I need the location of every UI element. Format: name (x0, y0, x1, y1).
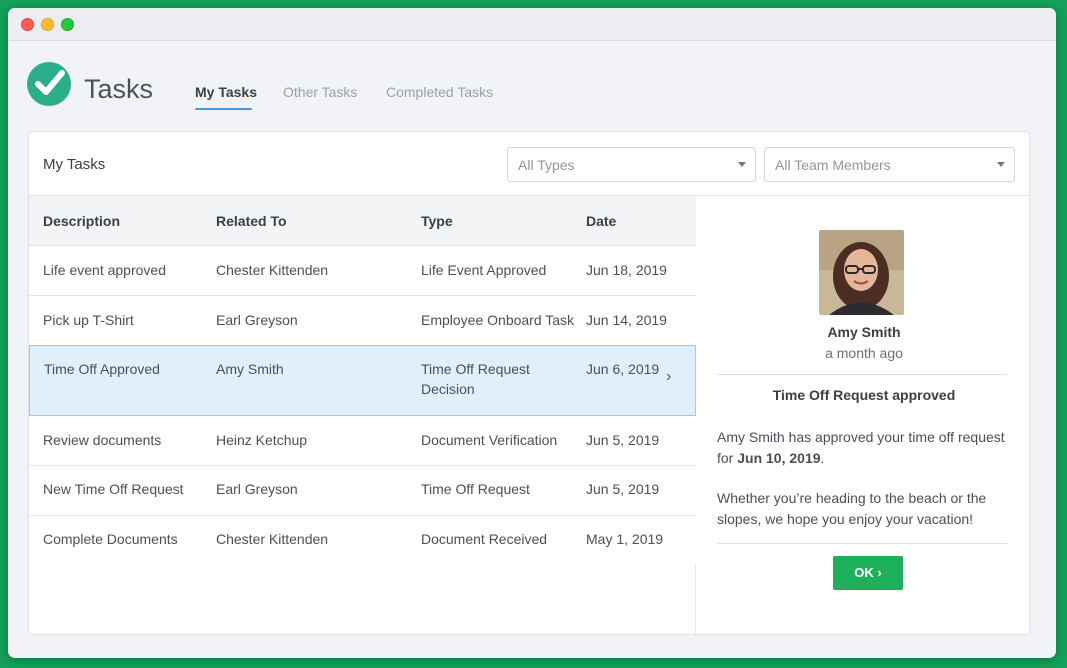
row-type: Employee Onboard Task (421, 312, 575, 328)
column-header-related-to[interactable]: Related To (216, 213, 287, 229)
row-type: Document Verification (421, 432, 558, 448)
row-description: Review documents (43, 432, 162, 448)
row-related-to: Earl Greyson (216, 312, 298, 328)
type-filter-value: All Types (518, 157, 575, 173)
row-related-to: Amy Smith (216, 361, 284, 377)
message-date: Jun 10, 2019 (737, 450, 821, 466)
row-type: Life Event Approved (421, 262, 547, 278)
row-description: Complete Documents (43, 531, 178, 547)
title-bar (8, 8, 1056, 41)
member-filter-value: All Team Members (775, 157, 891, 173)
column-header-date[interactable]: Date (586, 213, 616, 229)
type-filter-select[interactable]: All Types (507, 147, 756, 182)
avatar (819, 230, 904, 315)
row-date: Jun 5, 2019 (586, 432, 660, 448)
panel-title: My Tasks (43, 156, 106, 173)
divider (717, 374, 1007, 375)
row-related-to: Chester Kittenden (216, 531, 329, 547)
tasks-panel: My Tasks All Types All Team Members Desc… (28, 131, 1030, 635)
row-date: Jun 18, 2019 (586, 262, 667, 278)
ok-button[interactable]: OK › (833, 556, 903, 590)
caret-down-icon (738, 162, 746, 167)
row-type: Document Received (421, 531, 548, 547)
table-row[interactable]: Review documents Heinz Ketchup Document … (29, 416, 696, 466)
row-description: Pick up T-Shirt (43, 312, 134, 328)
table-row-selected[interactable]: Time Off Approved Amy Smith Time Off Req… (29, 345, 696, 416)
tab-completed-tasks[interactable]: Completed Tasks (386, 84, 493, 100)
table-row[interactable]: Complete Documents Chester Kittenden Doc… (29, 516, 696, 564)
row-date: Jun 5, 2019 (586, 481, 660, 497)
column-header-description[interactable]: Description (43, 213, 120, 229)
table-row[interactable]: Pick up T-Shirt Earl Greyson Employee On… (29, 296, 696, 346)
task-detail-pane: Amy Smith a month ago Time Off Request a… (697, 196, 1029, 634)
table-header: Description Related To Type Date (29, 196, 696, 246)
row-description: New Time Off Request (43, 481, 184, 497)
detail-user-name: Amy Smith (827, 324, 901, 340)
table-row[interactable]: Life event approved Chester Kittenden Li… (29, 246, 696, 296)
caret-down-icon (997, 162, 1005, 167)
row-description: Life event approved (43, 262, 166, 278)
active-tab-indicator (195, 108, 252, 110)
message-suffix: . (820, 450, 825, 466)
row-related-to: Heinz Ketchup (216, 432, 308, 448)
detail-timestamp: a month ago (825, 345, 903, 361)
detail-message-2: Whether you’re heading to the beach or t… (717, 490, 987, 527)
row-date: May 1, 2019 (586, 531, 664, 547)
tasks-table: Description Related To Type Date Life ev… (29, 196, 696, 634)
row-type: Time Off Request (421, 481, 530, 497)
row-type: Time Off Request Decision (421, 361, 530, 397)
row-description: Time Off Approved (44, 361, 160, 377)
app-header: Tasks My Tasks Other Tasks Completed Tas… (8, 41, 1056, 131)
chevron-right-icon: › (666, 368, 672, 385)
minimize-window-button[interactable] (41, 18, 54, 31)
member-filter-select[interactable]: All Team Members (764, 147, 1015, 182)
app-window: Tasks My Tasks Other Tasks Completed Tas… (8, 8, 1056, 658)
check-logo-icon (27, 62, 71, 106)
column-header-type[interactable]: Type (421, 213, 453, 229)
row-related-to: Chester Kittenden (216, 262, 329, 278)
row-date: Jun 6, 2019 (586, 361, 660, 377)
detail-heading: Time Off Request approved (772, 387, 956, 403)
maximize-window-button[interactable] (61, 18, 74, 31)
close-window-button[interactable] (21, 18, 34, 31)
row-date: Jun 14, 2019 (586, 312, 667, 328)
table-row[interactable]: New Time Off Request Earl Greyson Time O… (29, 466, 696, 516)
row-related-to: Earl Greyson (216, 481, 298, 497)
app-title: Tasks (84, 74, 154, 104)
tab-my-tasks[interactable]: My Tasks (195, 84, 257, 100)
detail-message: Amy Smith has approved your time off req… (717, 427, 1011, 469)
panel-header: My Tasks All Types All Team Members (29, 132, 1029, 196)
divider (717, 543, 1007, 544)
tab-other-tasks[interactable]: Other Tasks (283, 84, 357, 100)
